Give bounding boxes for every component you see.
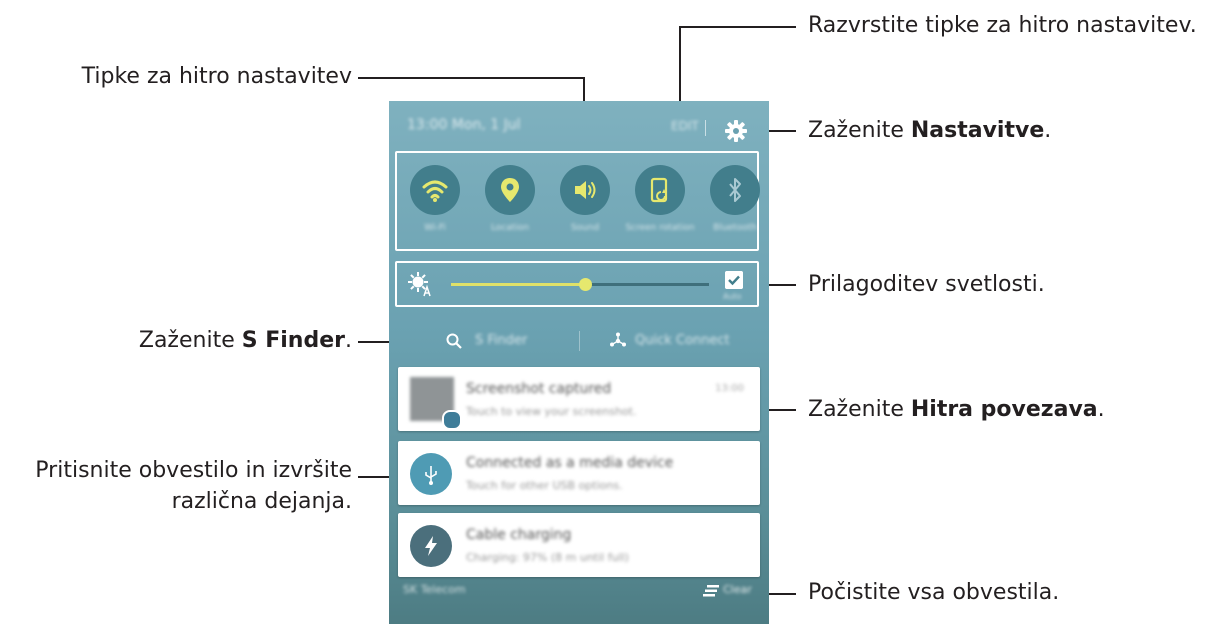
clear-all-icon[interactable] bbox=[703, 585, 719, 597]
notification-title: Screenshot captured bbox=[466, 381, 612, 397]
notification-card-screenshot[interactable]: Screenshot captured Touch to view your s… bbox=[398, 367, 760, 431]
location-icon bbox=[501, 178, 519, 202]
bluetooth-icon bbox=[729, 178, 741, 202]
label-notification-actions: Pritisnite obvestilo in izvršite različn… bbox=[35, 458, 352, 514]
brightness-control: Auto bbox=[395, 261, 759, 307]
sound-toggle[interactable] bbox=[560, 165, 610, 215]
quick-connect-button[interactable]: Quick Connect bbox=[635, 333, 730, 348]
divider bbox=[579, 331, 580, 351]
notification-title: Connected as a media device bbox=[466, 455, 674, 471]
status-date: 13:00 Mon, 1 Jul bbox=[407, 117, 521, 133]
brightness-slider-handle[interactable] bbox=[579, 278, 592, 291]
label-quick-setting-buttons: Tipke za hitro nastavitev bbox=[81, 64, 352, 89]
notification-subtitle: Touch to view your screenshot. bbox=[466, 405, 637, 418]
finder-connect-row: S Finder Quick Connect bbox=[389, 319, 769, 363]
status-bar: 13:00 Mon, 1 Jul EDIT bbox=[389, 101, 769, 149]
label-launch-s-finder: Zaženite S Finder. bbox=[138, 328, 352, 353]
usb-icon bbox=[410, 453, 452, 495]
search-icon[interactable] bbox=[445, 332, 463, 350]
s-finder-button[interactable]: S Finder bbox=[475, 333, 527, 348]
brightness-fill bbox=[451, 283, 585, 286]
clear-all-button[interactable]: Clear bbox=[723, 583, 752, 596]
screen-rotation-toggle[interactable] bbox=[635, 165, 685, 215]
qs-label: Bluetooth bbox=[713, 223, 757, 233]
divider bbox=[705, 120, 706, 136]
carrier-label: SK Telecom bbox=[403, 583, 466, 596]
qs-label: Wi-Fi bbox=[424, 223, 446, 233]
charging-icon bbox=[410, 525, 452, 567]
quick-settings-panel: Wi-Fi Location Sound Screen rotation Blu… bbox=[395, 151, 760, 251]
qs-label: Location bbox=[490, 223, 530, 233]
label-launch-settings: Zaženite Nastavitve. bbox=[808, 118, 1052, 143]
location-toggle[interactable] bbox=[485, 165, 535, 215]
auto-brightness-label: Auto bbox=[723, 292, 742, 301]
sound-icon bbox=[575, 181, 596, 199]
notification-card-charging[interactable]: Cable charging Charging: 97% (8 m until … bbox=[398, 513, 760, 577]
wifi-toggle[interactable] bbox=[410, 165, 460, 215]
edit-button[interactable]: EDIT bbox=[671, 119, 699, 133]
panel-bottom-bar: SK Telecom Clear bbox=[389, 579, 769, 603]
notification-title: Cable charging bbox=[466, 527, 572, 543]
auto-brightness-icon bbox=[408, 272, 431, 297]
label-rearrange-buttons: Razvrstite tipke za hitro nastavitev. bbox=[808, 13, 1197, 38]
qs-label: Screen rotation bbox=[625, 223, 695, 233]
label-clear-notifications: Počistite vsa obvestila. bbox=[808, 580, 1060, 605]
notification-time: 13:00 bbox=[715, 383, 744, 394]
wifi-icon bbox=[422, 180, 448, 202]
qs-label: Sound bbox=[570, 223, 600, 233]
label-launch-quick-connect: Zaženite Hitra povezava. bbox=[808, 397, 1105, 422]
notification-subtitle: Charging: 97% (8 m until full) bbox=[466, 551, 629, 564]
settings-gear-icon[interactable] bbox=[723, 118, 749, 144]
bluetooth-toggle[interactable] bbox=[710, 165, 760, 215]
auto-brightness-checkbox[interactable] bbox=[725, 271, 743, 289]
notification-panel: 13:00 Mon, 1 Jul EDIT Wi-Fi Location Sou… bbox=[389, 101, 769, 624]
notification-card-usb[interactable]: Connected as a media device Touch for ot… bbox=[398, 441, 760, 505]
label-brightness: Prilagoditev svetlosti. bbox=[808, 272, 1045, 297]
quick-connect-icon[interactable] bbox=[609, 332, 627, 350]
screen-rotation-icon bbox=[650, 177, 668, 203]
notification-subtitle: Touch for other USB options. bbox=[466, 479, 623, 492]
gallery-badge-icon bbox=[442, 410, 462, 430]
